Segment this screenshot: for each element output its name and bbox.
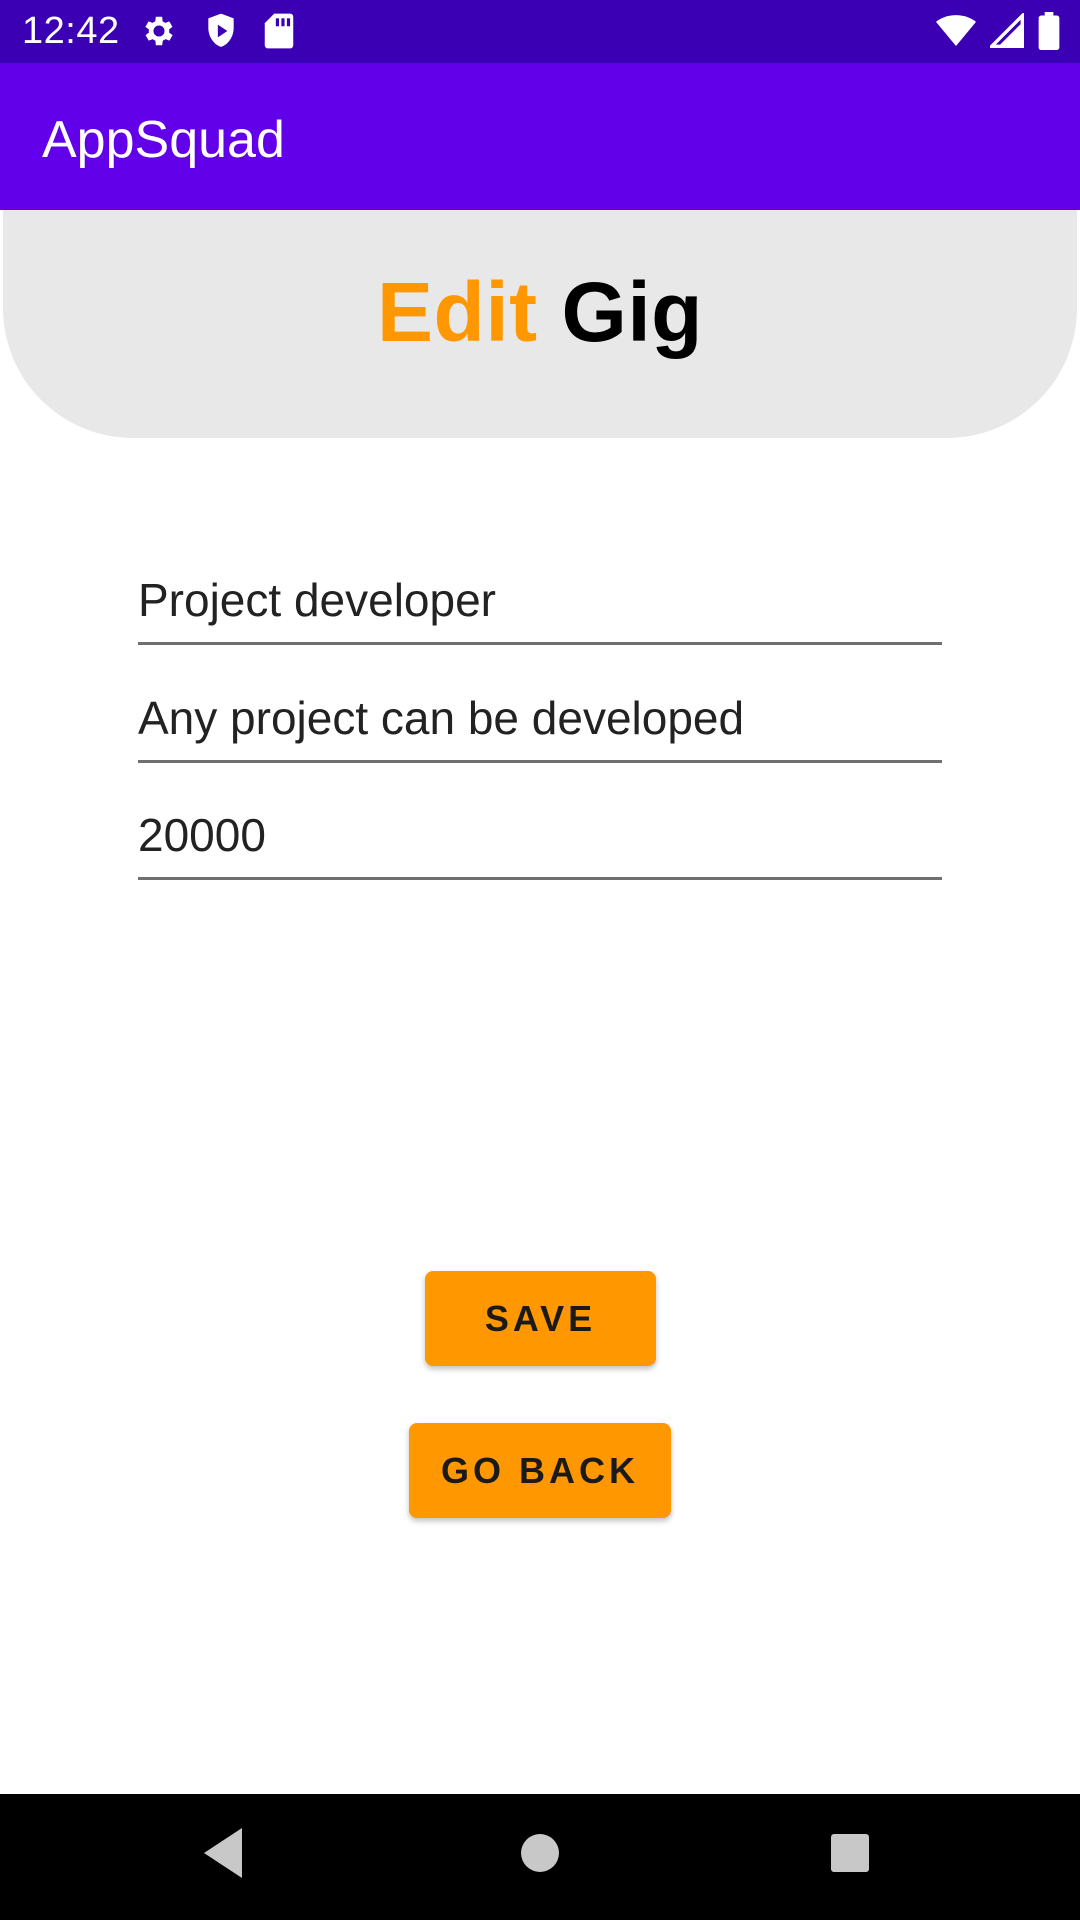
home-icon[interactable] bbox=[512, 1824, 568, 1887]
save-button[interactable]: SAVE bbox=[425, 1271, 656, 1366]
recents-icon[interactable] bbox=[822, 1824, 878, 1887]
header-card: Edit Gig bbox=[3, 210, 1077, 438]
gig-description-field[interactable] bbox=[138, 683, 942, 760]
app-title: AppSquad bbox=[42, 111, 285, 169]
page-title-accent: Edit bbox=[377, 265, 538, 359]
go-back-button[interactable]: GO BACK bbox=[409, 1423, 671, 1518]
status-time: 12:42 bbox=[22, 10, 120, 52]
gig-title-field[interactable] bbox=[138, 565, 942, 642]
cellular-signal-icon bbox=[990, 13, 1024, 49]
gig-price-field-container bbox=[138, 800, 942, 880]
gig-description-field-container bbox=[138, 683, 942, 763]
gig-price-field[interactable] bbox=[138, 800, 942, 877]
system-nav-bar bbox=[0, 1794, 1080, 1920]
settings-icon bbox=[140, 12, 178, 50]
status-notification-icons bbox=[140, 12, 294, 50]
battery-icon bbox=[1038, 12, 1060, 50]
app-bar: AppSquad bbox=[0, 63, 1080, 210]
status-bar: 12:42 bbox=[0, 0, 1080, 63]
page-title-main: Gig bbox=[561, 265, 703, 359]
gig-title-field-container bbox=[138, 565, 942, 645]
back-icon[interactable] bbox=[200, 1824, 244, 1887]
wifi-icon bbox=[936, 13, 976, 49]
sd-card-icon bbox=[264, 12, 294, 50]
page-title: Edit Gig bbox=[3, 264, 1077, 361]
status-system-icons bbox=[936, 12, 1060, 50]
shield-icon bbox=[204, 12, 238, 50]
